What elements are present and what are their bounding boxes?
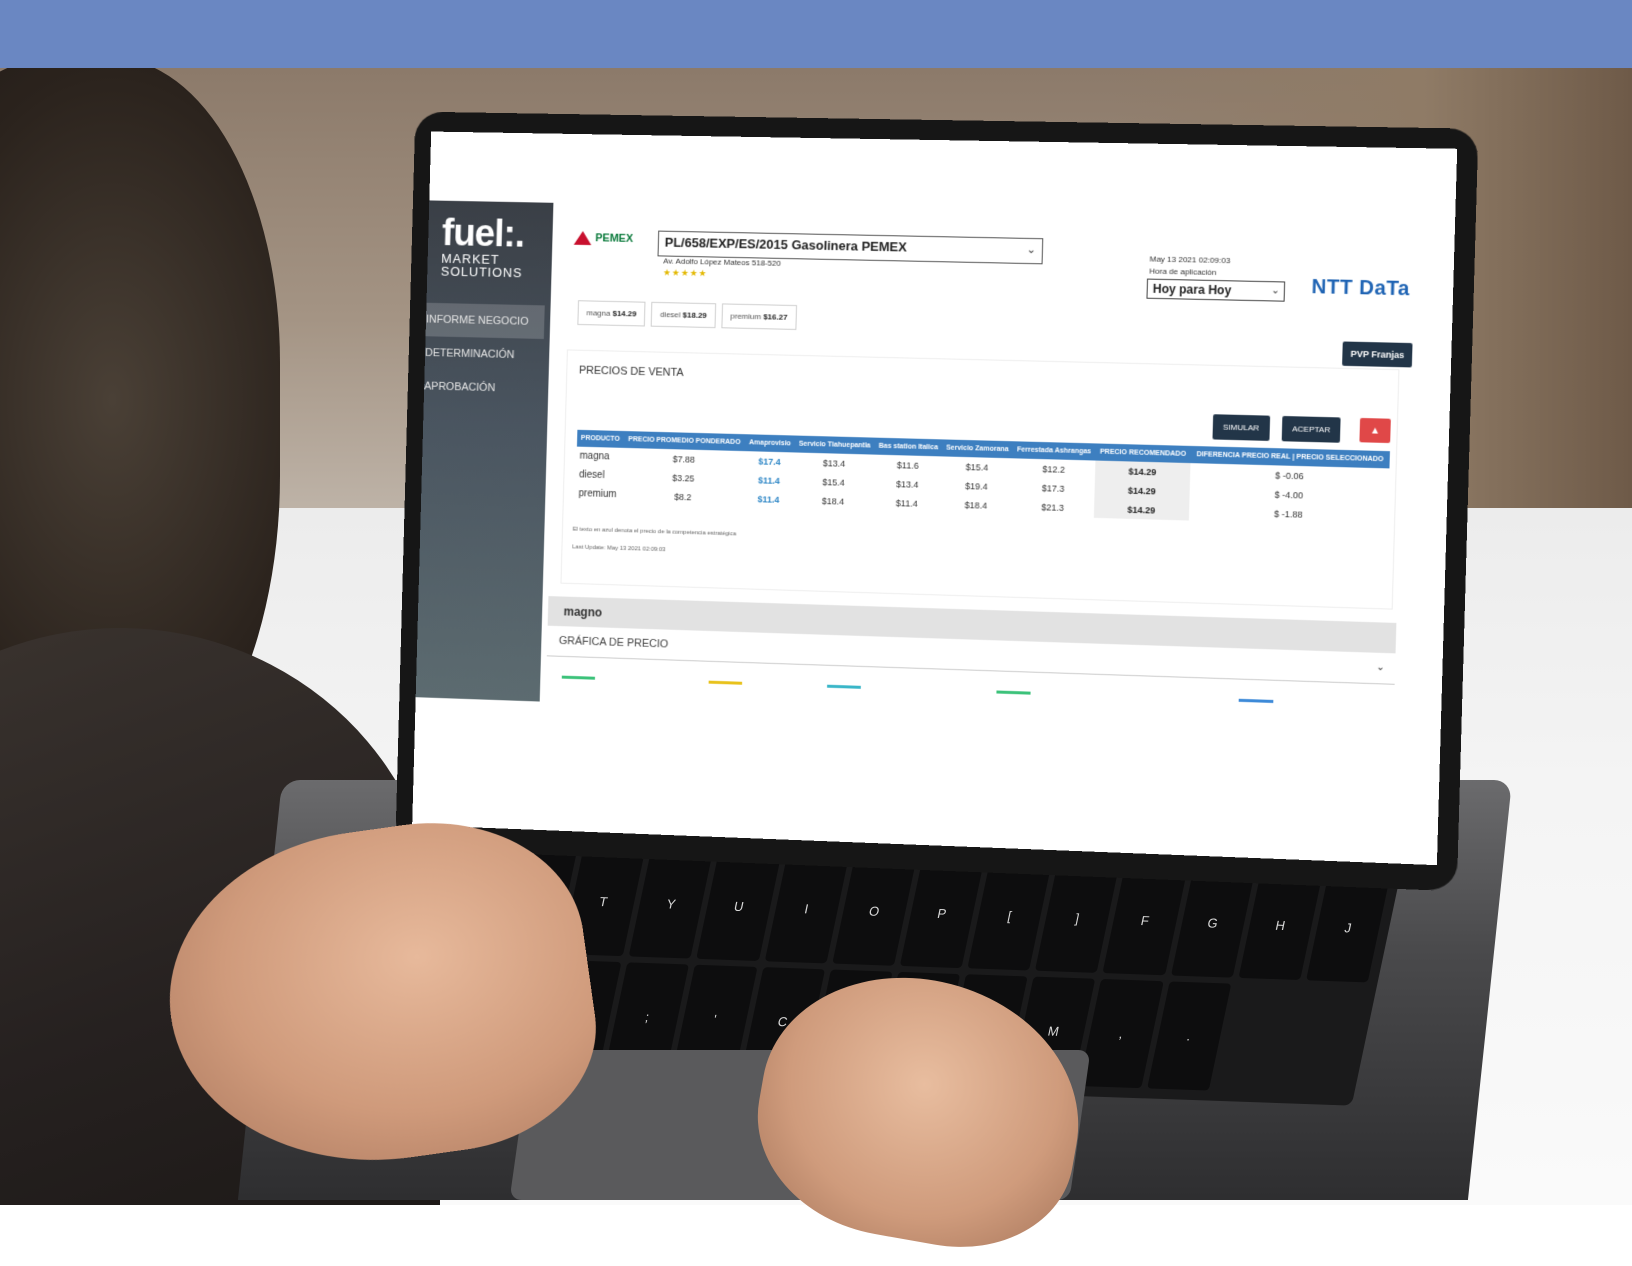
- logo-line-2: SOLUTIONS: [440, 263, 523, 281]
- sidebar-item-aprobacion[interactable]: APROBACIÓN: [424, 370, 543, 406]
- hora-aplicacion-select[interactable]: Hoy para Hoy ⌄: [1146, 278, 1286, 302]
- last-update: Last Update: May 13 2021 02:09:03: [572, 544, 666, 554]
- chip-premium[interactable]: premium $16.27: [721, 303, 797, 330]
- chevron-up-icon: ▲: [1369, 424, 1381, 437]
- precios-venta-card: PRECIOS DE VENTA SIMULAR ACEPTAR ▲ PRODU…: [560, 349, 1400, 610]
- sidebar-item-determinacion[interactable]: DETERMINACIÓN: [425, 336, 544, 372]
- rating-stars: ★★★★★: [662, 267, 708, 279]
- cell-value: $12.2: [1042, 463, 1066, 475]
- top-color-band: [0, 0, 1632, 68]
- chevron-down-icon: ⌄: [1026, 243, 1037, 257]
- aceptar-button[interactable]: ACEPTAR: [1281, 415, 1341, 443]
- sidebar: fuel:. MARKET SOLUTIONS INFORME NEGOCIO …: [415, 200, 554, 702]
- chip-magna[interactable]: magna $14.29: [577, 300, 646, 327]
- legend-swatch: [827, 684, 861, 689]
- col-ferrestada-ashrangas: Ferrestada Ashrangas: [1012, 441, 1096, 461]
- competition-note: El texto en azul denota el precio de la …: [572, 526, 737, 538]
- sidebar-item-informe-negocio[interactable]: INFORME NEGOCIO: [425, 302, 545, 339]
- chevron-down-icon: ⌄: [1376, 661, 1386, 674]
- hora-aplicacion-label: Hora de aplicación: [1149, 266, 1217, 277]
- fuel-logo: fuel:. MARKET SOLUTIONS: [427, 200, 553, 285]
- cell-value: $17.3: [1041, 482, 1065, 494]
- card-title: PRECIOS DE VENTA: [578, 364, 684, 379]
- cell-value: $11.4: [895, 497, 918, 509]
- cell-value: $18.4: [964, 499, 988, 511]
- chevron-down-icon: ⌄: [1271, 285, 1280, 297]
- main-content: PEMEX PL/658/EXP/ES/2015 Gasolinera PEME…: [546, 203, 1447, 850]
- station-address: Av. Adolfo López Mateos 518-520: [663, 256, 781, 268]
- simular-button[interactable]: SIMULAR: [1212, 414, 1270, 441]
- cell-value: $15.4: [965, 461, 989, 473]
- hora-aplicacion-value: Hoy para Hoy: [1152, 281, 1232, 298]
- cell-product: diesel: [578, 469, 605, 482]
- cell-value: $15.4: [822, 476, 845, 488]
- chip-diesel[interactable]: diesel $18.29: [650, 301, 716, 329]
- col-bas-station-italica: Bas station Italica: [874, 437, 943, 457]
- laptop-screen: fuel:. MARKET SOLUTIONS INFORME NEGOCIO …: [412, 131, 1458, 866]
- cell-value: $13.4: [822, 457, 846, 469]
- legend-swatch: [561, 675, 596, 680]
- pemex-eagle-icon: [573, 230, 592, 246]
- magno-title: magno: [563, 604, 603, 620]
- cell-value: $21.3: [1041, 501, 1064, 513]
- station-name: PL/658/EXP/ES/2015 Gasolinera PEMEX: [664, 234, 908, 255]
- col-amaprovisio: Amaprovisio: [745, 434, 795, 453]
- pvp-franjas-button[interactable]: PVP Franjas: [1342, 341, 1413, 368]
- logo-main: fuel:.: [441, 212, 525, 256]
- cell-product: magna: [579, 450, 610, 463]
- cell-value: $13.4: [895, 478, 919, 490]
- cell-value: $18.4: [821, 495, 845, 507]
- legend-swatch: [996, 690, 1031, 695]
- product-price-chips: magna $14.29 diesel $18.29 premium $16.2…: [577, 300, 797, 330]
- cell-value: $8.2: [673, 491, 692, 502]
- cell-value: $11.6: [896, 459, 919, 471]
- collapse-button[interactable]: ▲: [1359, 417, 1391, 444]
- pemex-logo: PEMEX: [573, 230, 634, 246]
- cell-value: $11.4: [757, 493, 780, 505]
- cell-recommended: $14.29: [1093, 498, 1190, 521]
- cell-recommended: $14.29: [1094, 460, 1191, 483]
- cell-recommended: $14.29: [1094, 479, 1190, 502]
- cell-value: $19.4: [964, 480, 988, 492]
- legend-swatch: [708, 680, 743, 685]
- ntt-data-logo: NTT DaTa: [1311, 275, 1411, 301]
- grafica-title: GRÁFICA DE PRECIO: [558, 634, 669, 651]
- legend-swatch: [1238, 698, 1274, 703]
- cell-product: premium: [578, 488, 617, 501]
- cell-value: $11.4: [757, 474, 780, 486]
- pemex-brand-text: PEMEX: [595, 232, 634, 245]
- prices-table: PRODUCTO PRECIO PROMEDIO PONDERADO Amapr…: [575, 429, 1390, 526]
- current-datetime: May 13 2021 02:09:03: [1149, 254, 1231, 266]
- cell-value: $17.4: [758, 455, 781, 467]
- col-producto: PRODUCTO: [576, 429, 624, 448]
- col-servicio-tlahuepantla: Servicio Tlahuepantla: [794, 435, 875, 455]
- col-servicio-zamorana: Servicio Zamorana: [941, 439, 1014, 459]
